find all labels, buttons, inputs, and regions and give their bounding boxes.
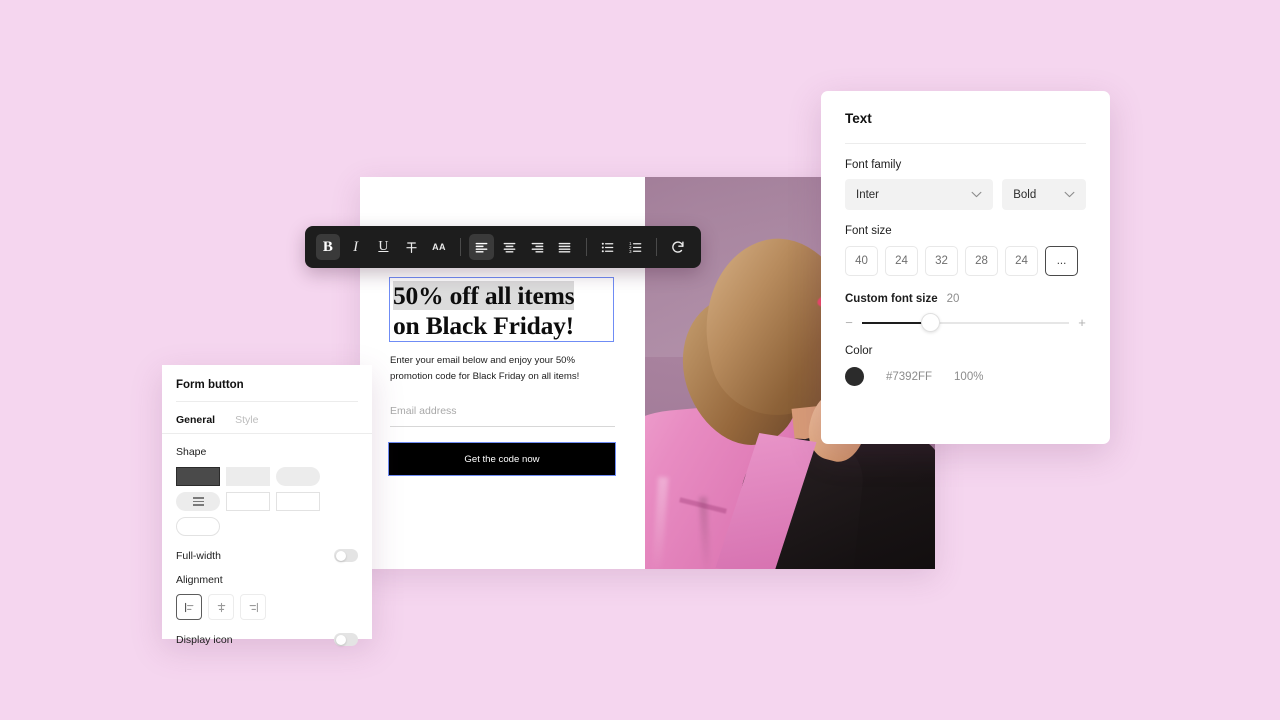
numbered-list-icon: 123 <box>629 241 642 253</box>
hamburger-icon <box>192 497 204 506</box>
full-width-label: Full-width <box>176 549 221 562</box>
strikethrough-button[interactable] <box>399 234 424 260</box>
text-settings-panel: Text Font family Inter Bold Font size 40… <box>821 91 1110 444</box>
shape-label: Shape <box>176 446 207 458</box>
font-family-controls: Inter Bold <box>821 171 1110 210</box>
shape-pill-with-icon[interactable] <box>176 492 220 511</box>
font-size-slider[interactable] <box>862 313 1069 332</box>
chevron-down-icon <box>1064 191 1075 198</box>
tab-general[interactable]: General <box>176 414 215 426</box>
numbered-list-button[interactable]: 123 <box>623 234 648 260</box>
color-hex-value[interactable]: #7392FF <box>886 371 932 383</box>
full-width-toggle[interactable] <box>334 549 358 562</box>
text-case-icon: AA <box>432 242 446 252</box>
strikethrough-icon <box>406 241 417 253</box>
form-button-panel: Form button General Style Shape Full-wid… <box>162 365 372 646</box>
heading-text-block[interactable]: 50% off all items on Black Friday! <box>389 277 614 342</box>
display-icon-label: Display icon <box>176 633 233 646</box>
display-icon-row: Display icon <box>162 620 372 646</box>
email-input[interactable]: Email address <box>390 405 615 427</box>
font-size-more-button[interactable]: ... <box>1045 246 1078 276</box>
decrease-font-size-button[interactable]: − <box>845 315 853 330</box>
italic-button[interactable]: I <box>343 234 368 260</box>
heading-text: 50% off all items on Black Friday! <box>390 278 613 341</box>
increase-font-size-button[interactable]: + <box>1078 315 1086 330</box>
custom-font-size-value: 20 <box>946 293 960 305</box>
align-right-button[interactable] <box>525 234 550 260</box>
align-center-icon <box>503 242 516 253</box>
bold-icon: B <box>322 238 333 255</box>
display-icon-toggle[interactable] <box>334 633 358 646</box>
font-family-select[interactable]: Inter <box>845 179 994 210</box>
align-left-icon <box>475 242 488 253</box>
shape-pill-outline[interactable] <box>176 517 220 536</box>
shape-rect-filled[interactable] <box>226 467 270 486</box>
underline-icon: U <box>378 239 389 254</box>
align-right-icon <box>249 602 258 612</box>
slider-thumb[interactable] <box>920 313 940 332</box>
toolbar-divider-2 <box>585 238 587 256</box>
full-width-row: Full-width <box>162 536 372 562</box>
font-family-value: Inter <box>856 188 880 201</box>
toolbar-divider-3 <box>656 238 658 256</box>
align-justify-icon <box>559 242 571 253</box>
button-align-left[interactable] <box>176 594 202 620</box>
custom-font-size-label: Custom font size <box>845 293 938 305</box>
text-case-button[interactable]: AA <box>427 234 452 260</box>
bullet-list-icon <box>601 242 614 252</box>
font-size-option-5[interactable]: 24 <box>1005 246 1038 276</box>
svg-text:3: 3 <box>629 248 632 253</box>
align-justify-button[interactable] <box>553 234 578 260</box>
shape-rect-filled-selected[interactable] <box>176 467 220 486</box>
align-center-button[interactable] <box>497 234 522 260</box>
shape-rect-outline[interactable] <box>226 492 270 511</box>
shape-rect-outline-2[interactable] <box>276 492 320 511</box>
color-swatch[interactable] <box>845 367 864 386</box>
alignment-options <box>162 586 372 620</box>
bullet-list-button[interactable] <box>595 234 620 260</box>
custom-font-size-slider-row: − + <box>821 305 1110 332</box>
heading-line-2: on Black Friday! <box>393 311 574 340</box>
text-panel-title: Text <box>845 111 872 126</box>
shape-pill-filled[interactable] <box>276 467 320 486</box>
shape-options <box>162 458 372 536</box>
button-align-right[interactable] <box>240 594 266 620</box>
form-panel-tabs: General Style <box>162 402 372 434</box>
font-size-options: 40 24 32 28 24 ... <box>821 237 1110 276</box>
align-right-icon <box>531 242 544 253</box>
get-the-code-button[interactable]: Get the code now <box>388 442 616 476</box>
font-size-option-1[interactable]: 40 <box>845 246 878 276</box>
color-opacity-value[interactable]: 100% <box>954 371 983 383</box>
font-family-label: Font family <box>845 159 902 171</box>
alignment-label: Alignment <box>176 574 223 586</box>
redo-button[interactable] <box>666 234 691 260</box>
color-label: Color <box>845 345 873 357</box>
underline-button[interactable]: U <box>371 234 396 260</box>
font-size-label: Font size <box>845 225 892 237</box>
font-size-option-4[interactable]: 28 <box>965 246 998 276</box>
text-format-toolbar: B I U AA 1 2 3 <box>305 226 701 268</box>
align-center-icon <box>217 602 225 612</box>
font-weight-value: Bold <box>1013 188 1037 201</box>
font-size-option-3[interactable]: 32 <box>925 246 958 276</box>
body-paragraph: Enter your email below and enjoy your 50… <box>390 355 580 382</box>
font-size-option-2[interactable]: 24 <box>885 246 918 276</box>
align-left-icon <box>184 602 193 612</box>
italic-icon: I <box>353 238 359 255</box>
custom-font-size-row: Custom font size 20 <box>821 276 1110 305</box>
color-controls: #7392FF 100% <box>821 357 1110 386</box>
font-weight-select[interactable]: Bold <box>1002 179 1086 210</box>
redo-icon <box>672 241 684 253</box>
chevron-down-icon <box>971 191 982 198</box>
heading-line-1: 50% off all items <box>393 281 575 310</box>
button-align-center[interactable] <box>208 594 234 620</box>
form-panel-title: Form button <box>176 379 244 391</box>
align-left-button[interactable] <box>469 234 495 260</box>
toolbar-divider-1 <box>459 238 461 256</box>
tab-style[interactable]: Style <box>235 414 258 426</box>
bold-button[interactable]: B <box>315 234 341 260</box>
